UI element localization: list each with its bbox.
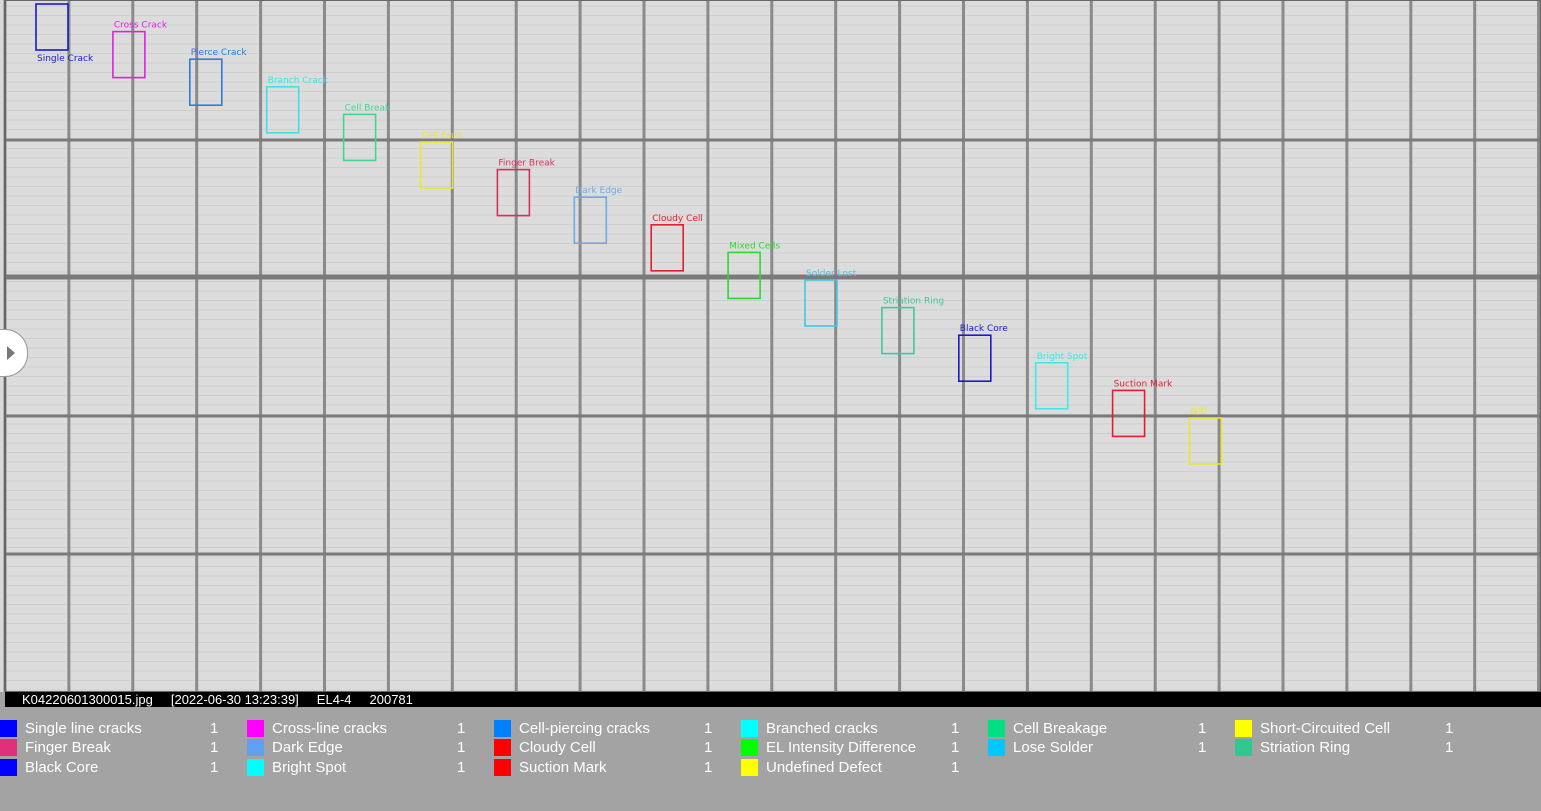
color-swatch [0,739,17,757]
solar-panel-el-image: Single Crack Cross Crack Pierce Crack Branc… [3,0,1541,692]
legend-label: Black Core [25,758,99,776]
legend-item: Cloudy Cell 1 [494,737,734,757]
color-swatch [247,739,264,757]
color-swatch [1235,720,1252,737]
legend-label: Cross-line cracks [272,720,388,737]
legend-item: Undefined Defect 1 [741,757,981,776]
detection-label: Cell Fault [422,131,464,141]
legend-item: Single line cracks 1 [0,718,240,737]
legend-count: 1 [457,758,466,776]
color-swatch [1235,739,1252,757]
legend-count: 1 [1198,739,1207,757]
legend-item: Striation Ring 1 [1235,737,1475,757]
legend-label: Bright Spot [272,758,347,776]
detection-label: Cell Break [345,103,391,113]
legend-count: 1 [210,739,219,757]
color-swatch [741,720,758,737]
detection-label: Pierce Crack [191,48,248,58]
legend-item: Suction Mark 1 [494,757,734,776]
legend-count: 1 [1445,739,1454,757]
legend-label: EL Intensity Difference [766,739,917,757]
legend-item: Cross-line cracks 1 [247,718,487,737]
legend-item: Dark Edge 1 [247,737,487,757]
color-swatch [247,720,264,737]
color-swatch [494,720,511,737]
detection-label: Black Core [960,324,1009,334]
legend-label: Single line cracks [25,720,142,737]
legend-item: Lose Solder 1 [988,737,1228,757]
image-id: 200781 [369,692,413,707]
station: EL4-4 [316,692,352,707]
legend-item: Short-Circuited Cell 1 [1235,718,1475,737]
el-image-viewer: Single Crack Cross Crack Pierce Crack Branc… [0,0,1541,692]
color-swatch [988,720,1005,737]
legend-count: 1 [457,720,466,737]
color-swatch [741,758,758,776]
detection-label: N/D [1191,407,1208,417]
image-info-bar: K04220601300015.jpg [2022-06-30 13:23:39]… [5,692,1541,707]
legend-item: Branched cracks 1 [741,718,981,737]
legend-label: Short-Circuited Cell [1260,720,1391,737]
legend-label: Suction Mark [519,758,607,776]
legend-label: Dark Edge [272,739,343,757]
detection-label: Solder Lost [806,269,857,279]
legend-item: Cell Breakage 1 [988,718,1228,737]
legend-item: Black Core 1 [0,757,240,776]
legend-label: Striation Ring [1260,739,1351,757]
legend-label: Cell-piercing cracks [519,720,650,737]
legend-label: Finger Break [25,739,111,757]
legend-label: Cloudy Cell [519,739,596,757]
color-swatch [0,720,17,737]
legend-count: 1 [210,758,219,776]
detection-label: Single Crack [37,54,94,64]
legend-item: Bright Spot 1 [247,757,487,776]
color-swatch [0,758,17,776]
legend-count: 1 [1445,720,1454,737]
legend-count: 1 [210,720,219,737]
legend-item: EL Intensity Difference 1 [741,737,981,757]
detection-label: Dark Edge [575,186,622,196]
color-swatch [741,739,758,757]
color-swatch [494,758,511,776]
legend-item: Finger Break 1 [0,737,240,757]
legend-count: 1 [457,739,466,757]
legend-label: Cell Breakage [1013,720,1108,737]
legend-count: 1 [704,739,713,757]
detection-label: Mixed Cells [729,241,780,251]
legend-label: Lose Solder [1013,739,1094,757]
color-swatch [988,739,1005,757]
legend-count: 1 [951,758,960,776]
detection-label: Striation Ring [883,297,944,307]
legend-label: Branched cracks [766,720,878,737]
detection-label: Suction Mark [1114,379,1173,389]
timestamp: [2022-06-30 13:23:39] [170,692,299,707]
filename: K04220601300015.jpg [22,692,153,707]
legend-count: 1 [951,739,960,757]
legend-count: 1 [704,758,713,776]
detection-label: Finger Break [498,159,555,169]
detection-label: Cloudy Cell [652,214,703,224]
color-swatch [494,739,511,757]
color-swatch [247,758,264,776]
detection-label: Cross Crack [114,21,168,31]
legend-item: Cell-piercing cracks 1 [494,718,734,737]
legend-count: 1 [704,720,713,737]
legend-count: 1 [1198,720,1207,737]
legend-label: Undefined Defect [766,758,882,776]
detection-label: Bright Spot [1037,352,1088,362]
legend-count: 1 [951,720,960,737]
detection-label: Branch Crack [268,76,329,86]
